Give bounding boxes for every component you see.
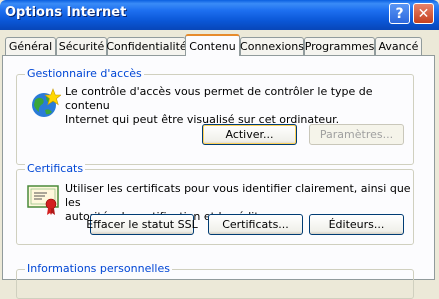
tab-programs[interactable]: Programmes xyxy=(304,37,375,55)
tab-content[interactable]: Contenu xyxy=(185,34,240,56)
help-button[interactable]: ? xyxy=(389,3,410,24)
content-advisor-description-1: Le contrôle d'accès vous permet de contr… xyxy=(65,85,373,112)
certificate-icon xyxy=(27,185,59,215)
tab-general[interactable]: Général xyxy=(5,37,56,55)
tab-connections[interactable]: Connexions xyxy=(240,37,304,55)
enable-button[interactable]: Activer... xyxy=(202,124,297,145)
title-bar: Options Internet ? ✕ xyxy=(0,0,439,30)
certificates-group: Certificats Utiliser les certificats pou… xyxy=(16,162,414,245)
publishers-button[interactable]: Éditeurs... xyxy=(309,214,404,235)
globe-star-icon xyxy=(32,88,61,117)
content-panel: Gestionnaire d'accès Le contrôle d'accès… xyxy=(2,55,435,299)
clear-ssl-button[interactable]: Effacer le statut SSL xyxy=(86,214,198,235)
settings-button[interactable]: Paramètres... xyxy=(309,124,404,145)
tab-advanced[interactable]: Avancé xyxy=(375,37,422,55)
tab-privacy[interactable]: Confidentialité xyxy=(106,37,187,55)
window-title: Options Internet xyxy=(5,5,127,20)
certificates-title: Certificats xyxy=(25,162,86,175)
certificates-button[interactable]: Certificats... xyxy=(208,214,303,235)
content-advisor-group: Gestionnaire d'accès Le contrôle d'accès… xyxy=(16,67,414,165)
content-advisor-title: Gestionnaire d'accès xyxy=(25,67,144,80)
tab-security[interactable]: Sécurité xyxy=(56,37,107,55)
close-button[interactable]: ✕ xyxy=(413,3,434,24)
certificates-description-1: Utiliser les certificats pour vous ident… xyxy=(65,182,411,209)
personal-info-title: Informations personnelles xyxy=(25,262,172,275)
